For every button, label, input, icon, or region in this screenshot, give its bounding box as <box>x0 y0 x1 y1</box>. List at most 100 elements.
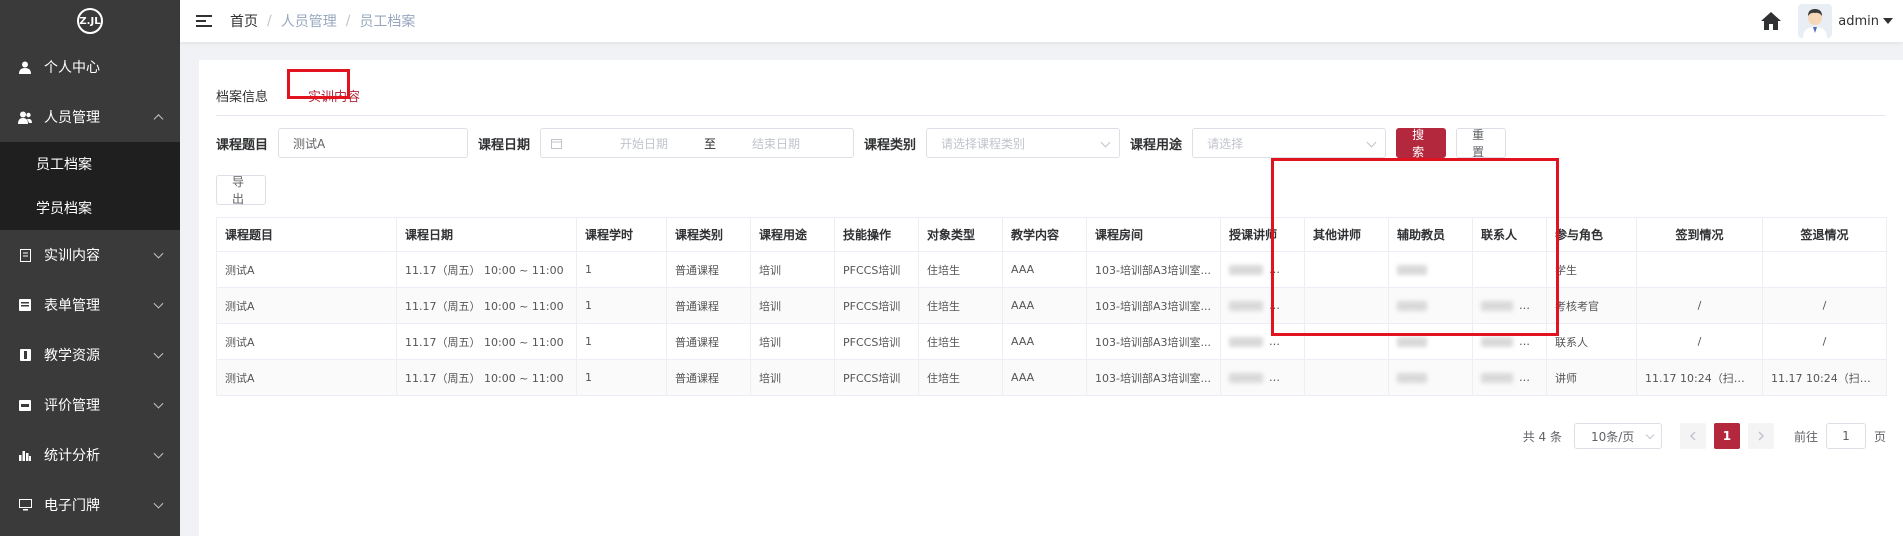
table-cell: 联系人 <box>1546 323 1637 360</box>
home-icon[interactable] <box>1760 11 1782 31</box>
course-use-select[interactable]: 请选择 <box>1192 128 1387 158</box>
sidebar-item-statistics[interactable]: 统计分析 <box>0 430 180 480</box>
rating-icon <box>18 398 32 412</box>
sidebar-item-form-management[interactable]: 表单管理 <box>0 280 180 330</box>
sidebar-item-personnel-management[interactable]: 人员管理 <box>0 92 180 142</box>
table-cell: / <box>1762 287 1887 324</box>
sidebar-item-personal-center[interactable]: 个人中心 <box>0 42 180 92</box>
logo[interactable]: Z.JL <box>0 0 180 42</box>
top-header: 首页 / 人员管理 / 员工档案 admin <box>180 0 1903 42</box>
sidebar-item-label: 教学资源 <box>44 348 100 364</box>
table-cell <box>1304 287 1389 324</box>
table-cell <box>1388 287 1473 324</box>
column-header: 教学内容 <box>1002 217 1087 252</box>
table-cell: 11.17（周五） 10:00 ~ 11:00 <box>396 251 577 288</box>
sidebar-item-electronic-doorplate[interactable]: 电子门牌 <box>0 480 180 530</box>
chevron-down-icon <box>1366 137 1377 148</box>
sidebar-subitem-student-archive[interactable]: 学员档案 <box>0 186 180 230</box>
page-number[interactable]: 1 <box>1713 423 1740 449</box>
tab-training-content[interactable]: 实训内容 <box>308 80 360 116</box>
chevron-down-icon <box>153 398 164 409</box>
start-date-input[interactable]: 开始日期 <box>594 135 694 152</box>
column-header: 课程用途 <box>750 217 835 252</box>
table-cell: 住培生 <box>918 251 1003 288</box>
chevron-down-icon <box>153 448 164 459</box>
total-count: 共 4 条 <box>1522 429 1562 444</box>
column-header: 联系人 <box>1472 217 1547 252</box>
course-type-label: 课程类别 <box>864 137 917 153</box>
table-cell <box>1388 359 1473 396</box>
sidebar-item-label: 电子门牌 <box>44 498 100 514</box>
table-cell: 普通课程 <box>666 359 751 396</box>
table-cell: 培训 <box>750 323 835 360</box>
sidebar-subitem-employee-archive[interactable]: 员工档案 <box>0 142 180 186</box>
course-date-label: 课程日期 <box>478 137 531 153</box>
prev-page-button[interactable] <box>1679 423 1706 449</box>
table-cell: … <box>1220 359 1305 396</box>
end-date-input[interactable]: 结束日期 <box>726 135 826 152</box>
column-header: 授课讲师 <box>1220 217 1305 252</box>
sidebar-item-training-content[interactable]: 实训内容 <box>0 230 180 280</box>
table-cell: … <box>1472 287 1547 324</box>
filter-bar: 课程题目 测试A 课程日期 开始日期 至 结束日期 课程类别 请选择课程类别 课… <box>216 127 1507 159</box>
sidebar-item-label: 个人中心 <box>44 60 100 76</box>
sidebar: Z.JL 个人中心 人员管理 员工档案 学员档案 实训内容 表单管理 教学资源 … <box>0 0 180 536</box>
table-cell: … <box>1220 287 1305 324</box>
table-cell: 培训 <box>750 287 835 324</box>
next-page-button[interactable] <box>1747 423 1774 449</box>
goto-page-input[interactable]: 1 <box>1825 423 1866 449</box>
tab-bar: 档案信息 实训内容 <box>216 80 1886 116</box>
breadcrumb-personnel[interactable]: 人员管理 <box>281 11 337 31</box>
sidebar-item-evaluation-management[interactable]: 评价管理 <box>0 380 180 430</box>
course-title-input[interactable]: 测试A <box>278 128 469 158</box>
chart-icon <box>18 448 32 462</box>
chevron-down-icon <box>153 298 164 309</box>
table-cell: 普通课程 <box>666 251 751 288</box>
sidebar-item-label: 统计分析 <box>44 448 100 464</box>
breadcrumb-home[interactable]: 首页 <box>230 11 258 31</box>
page-size-select[interactable]: 10条/页 <box>1573 423 1662 449</box>
table-cell: … <box>1472 323 1547 360</box>
table-cell <box>1388 323 1473 360</box>
table-cell: 测试A <box>216 251 397 288</box>
course-type-select[interactable]: 请选择课程类别 <box>926 128 1121 158</box>
column-header: 课程房间 <box>1086 217 1221 252</box>
breadcrumb: 首页 / 人员管理 / 员工档案 <box>230 11 416 31</box>
table-cell: 普通课程 <box>666 287 751 324</box>
chevron-up-icon <box>153 114 164 125</box>
course-date-range[interactable]: 开始日期 至 结束日期 <box>540 128 855 158</box>
column-header: 课程类别 <box>666 217 751 252</box>
chevron-down-icon <box>153 498 164 509</box>
pagination: 共 4 条 10条/页 1 前往 1 页 <box>1523 423 1886 449</box>
sidebar-item-teaching-resources[interactable]: 教学资源 <box>0 330 180 380</box>
avatar[interactable] <box>1798 4 1833 38</box>
table-cell: 11.17（周五） 10:00 ~ 11:00 <box>396 359 577 396</box>
table-cell <box>1388 251 1473 288</box>
export-button[interactable]: 导出 <box>216 175 266 206</box>
table-cell: 11.17（周五） 10:00 ~ 11:00 <box>396 287 577 324</box>
table-cell: 1 <box>576 287 667 324</box>
table-cell: … <box>1220 323 1305 360</box>
column-header: 课程题目 <box>216 217 397 252</box>
logo-icon: Z.JL <box>77 8 103 34</box>
table-cell <box>1304 323 1389 360</box>
reset-button[interactable]: 重置 <box>1456 128 1507 159</box>
table-cell: 测试A <box>216 287 397 324</box>
redacted-text <box>1397 265 1427 275</box>
form-icon <box>18 298 32 312</box>
table-cell: 1 <box>576 323 667 360</box>
table-cell <box>1762 251 1887 288</box>
goto-label: 前往 <box>1793 429 1818 444</box>
caret-down-icon[interactable] <box>1883 18 1893 24</box>
table-cell: 培训 <box>750 251 835 288</box>
table-cell: 103-培训部A3培训室... <box>1086 323 1221 360</box>
search-button[interactable]: 搜索 <box>1396 128 1447 159</box>
column-header: 其他讲师 <box>1304 217 1389 252</box>
username[interactable]: admin <box>1838 14 1879 29</box>
redacted-text <box>1229 337 1263 347</box>
table-cell: 1 <box>576 359 667 396</box>
chevron-right-icon <box>1758 431 1765 441</box>
menu-toggle-icon[interactable] <box>196 15 212 27</box>
sidebar-item-label: 评价管理 <box>44 398 100 414</box>
tab-archive-info[interactable]: 档案信息 <box>216 80 268 116</box>
